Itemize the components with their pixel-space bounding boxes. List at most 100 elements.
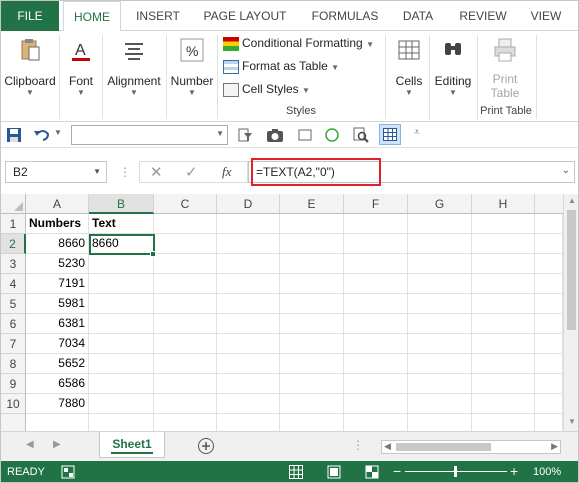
cell[interactable]: 5230: [26, 254, 89, 274]
cell[interactable]: [217, 374, 280, 394]
editing-button[interactable]: Editing ▼: [431, 35, 475, 98]
row-header[interactable]: 1: [1, 214, 26, 234]
page-break-view-icon[interactable]: [365, 465, 379, 479]
customize-qat-icon[interactable]: ⩡: [414, 127, 420, 138]
filter-icon[interactable]: [237, 127, 253, 143]
cell[interactable]: [280, 254, 344, 274]
cell[interactable]: [472, 274, 535, 294]
row-header[interactable]: 8: [1, 354, 26, 374]
cell[interactable]: [535, 394, 563, 414]
cell[interactable]: [89, 274, 154, 294]
normal-view-icon[interactable]: [289, 465, 303, 479]
cell[interactable]: [408, 374, 472, 394]
row-header[interactable]: 3: [1, 254, 26, 274]
cell[interactable]: [280, 294, 344, 314]
cell[interactable]: [472, 354, 535, 374]
vertical-scroll-thumb[interactable]: [567, 210, 576, 330]
cell[interactable]: [408, 214, 472, 234]
fill-handle[interactable]: [150, 251, 156, 257]
row-header[interactable]: 7: [1, 334, 26, 354]
format-as-table-button[interactable]: Format as Table ▼: [223, 56, 383, 76]
cell[interactable]: [408, 274, 472, 294]
row-header[interactable]: 9: [1, 374, 26, 394]
tab-file[interactable]: FILE: [1, 1, 59, 31]
cell[interactable]: [217, 274, 280, 294]
cell[interactable]: [154, 294, 217, 314]
alignment-button[interactable]: Alignment ▼: [105, 35, 163, 98]
cell[interactable]: 7191: [26, 274, 89, 294]
scroll-down-icon[interactable]: ▼: [568, 417, 576, 426]
column-header-h[interactable]: H: [472, 194, 535, 214]
scroll-right-icon[interactable]: ▶: [551, 441, 558, 452]
cell[interactable]: [472, 294, 535, 314]
cell[interactable]: [472, 374, 535, 394]
page-layout-view-icon[interactable]: [327, 465, 341, 479]
select-all-corner[interactable]: [1, 194, 26, 214]
zoom-out-icon[interactable]: −: [393, 463, 401, 479]
column-header-e[interactable]: E: [280, 194, 344, 214]
cell[interactable]: [280, 234, 344, 254]
tab-page-layout[interactable]: PAGE LAYOUT: [197, 1, 293, 31]
cell[interactable]: [344, 254, 408, 274]
cell[interactable]: [154, 234, 217, 254]
horizontal-scrollbar[interactable]: ◀ ▶: [381, 440, 561, 454]
cell[interactable]: [408, 394, 472, 414]
zoom-in-icon[interactable]: +: [510, 463, 518, 479]
cell[interactable]: [344, 354, 408, 374]
macro-record-icon[interactable]: [61, 465, 75, 479]
cell[interactable]: [280, 394, 344, 414]
chevron-down-icon[interactable]: ⌄: [562, 165, 570, 176]
cell[interactable]: [89, 374, 154, 394]
cell[interactable]: [408, 254, 472, 274]
cell[interactable]: [472, 214, 535, 234]
conditional-formatting-button[interactable]: Conditional Formatting ▼: [223, 33, 383, 53]
new-sheet-icon[interactable]: [197, 437, 215, 455]
cell[interactable]: 7880: [26, 394, 89, 414]
cell[interactable]: [344, 274, 408, 294]
cell[interactable]: [217, 334, 280, 354]
cell[interactable]: [217, 314, 280, 334]
cell[interactable]: [472, 254, 535, 274]
row-header[interactable]: 10: [1, 394, 26, 414]
cell[interactable]: [472, 394, 535, 414]
tab-insert[interactable]: INSERT: [125, 1, 191, 31]
cell[interactable]: 6381: [26, 314, 89, 334]
camera-icon[interactable]: [266, 127, 284, 143]
cell[interactable]: [535, 294, 563, 314]
grid-view-button[interactable]: [379, 124, 401, 145]
row-header[interactable]: 4: [1, 274, 26, 294]
cell[interactable]: [154, 214, 217, 234]
cell[interactable]: [89, 354, 154, 374]
cell[interactable]: [154, 334, 217, 354]
cell[interactable]: 5652: [26, 354, 89, 374]
cell[interactable]: [535, 334, 563, 354]
cell[interactable]: [154, 274, 217, 294]
zoom-icon[interactable]: [353, 127, 369, 143]
cell[interactable]: [154, 254, 217, 274]
horizontal-scroll-thumb[interactable]: [396, 443, 491, 451]
scroll-left-icon[interactable]: ◀: [384, 441, 391, 452]
cell[interactable]: [535, 354, 563, 374]
cell[interactable]: [535, 314, 563, 334]
number-button[interactable]: % Number ▼: [169, 35, 215, 98]
cell[interactable]: [535, 254, 563, 274]
cell[interactable]: [472, 334, 535, 354]
tab-review[interactable]: REVIEW: [453, 1, 513, 31]
name-box[interactable]: B2 ▼: [5, 161, 107, 183]
column-header-a[interactable]: A: [26, 194, 89, 214]
tab-home[interactable]: HOME: [63, 1, 121, 32]
cell[interactable]: Text: [89, 214, 154, 234]
cell[interactable]: [280, 334, 344, 354]
cell[interactable]: [408, 294, 472, 314]
cell[interactable]: [344, 214, 408, 234]
circle-shape-icon[interactable]: [324, 127, 340, 143]
cells-button[interactable]: Cells ▼: [391, 35, 427, 98]
check-icon[interactable]: ✓: [185, 163, 198, 181]
undo-icon[interactable]: [33, 127, 51, 143]
cell[interactable]: [280, 274, 344, 294]
cell[interactable]: [89, 294, 154, 314]
scroll-up-icon[interactable]: ▲: [568, 196, 576, 205]
vertical-scrollbar[interactable]: ▲ ▼: [563, 194, 578, 431]
cell[interactable]: [280, 354, 344, 374]
cell[interactable]: [280, 374, 344, 394]
